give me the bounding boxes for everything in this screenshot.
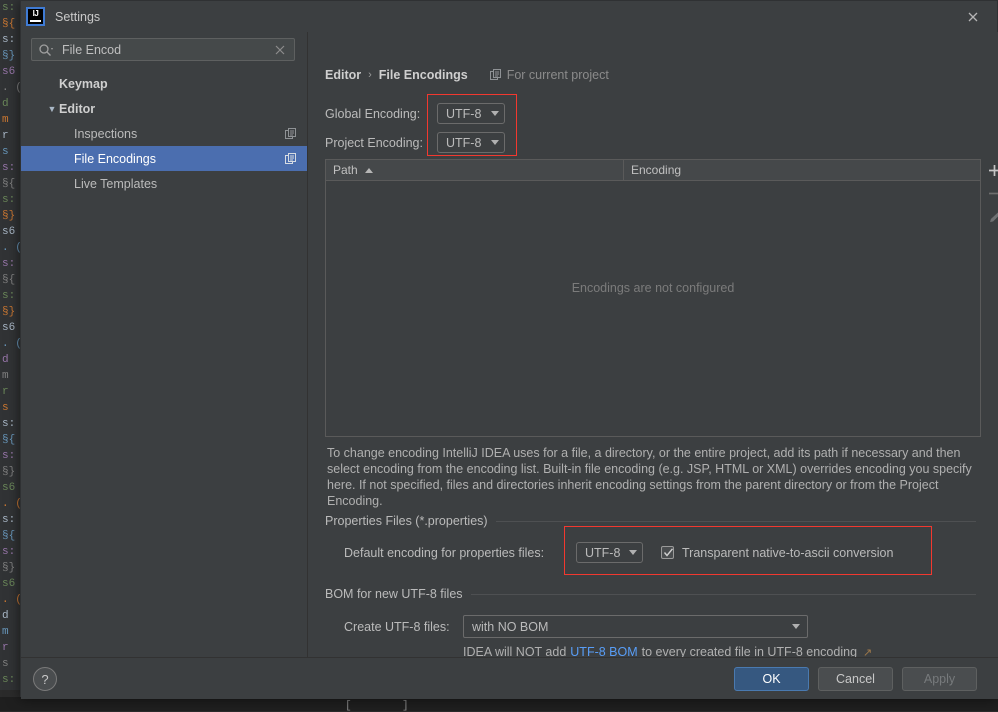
dialog-footer: ? OK Cancel Apply [21, 657, 998, 699]
dialog-titlebar: Settings [21, 1, 997, 32]
table-header: Path Encoding [326, 160, 980, 181]
transparent-conversion-checkbox[interactable] [661, 546, 674, 559]
chevron-down-icon [629, 550, 637, 555]
properties-default-encoding-label: Default encoding for properties files: [344, 546, 576, 560]
bom-section-title: BOM for new UTF-8 files [325, 587, 976, 601]
sidebar-item-live-templates[interactable]: Live Templates [21, 171, 307, 196]
transparent-conversion-label[interactable]: Transparent native-to-ascii conversion [682, 546, 893, 560]
close-icon[interactable] [963, 7, 983, 27]
dialog-title: Settings [55, 10, 100, 24]
chevron-down-icon[interactable]: ▼ [45, 104, 59, 114]
chevron-down-icon [491, 111, 499, 116]
global-encoding-value: UTF-8 [446, 107, 481, 121]
section-divider [496, 521, 976, 522]
edit-icon[interactable] [982, 205, 998, 228]
settings-main-panel: Editor › File Encodings For current proj… [308, 32, 998, 657]
ide-tab-glyph-right: ] [402, 700, 409, 712]
create-utf8-files-combo[interactable]: with NO BOM [463, 615, 808, 638]
sidebar-item-label: Inspections [74, 127, 137, 141]
clear-icon[interactable] [271, 41, 289, 59]
settings-search-box[interactable] [31, 38, 295, 61]
section-divider [471, 594, 976, 595]
sidebar-item-file-encodings[interactable]: File Encodings [21, 146, 307, 171]
settings-sidebar: Keymap ▼ Editor Inspections [21, 32, 308, 657]
ok-button[interactable]: OK [734, 667, 809, 691]
cancel-button[interactable]: Cancel [818, 667, 893, 691]
settings-search-input[interactable] [54, 43, 271, 57]
sidebar-item-inspections[interactable]: Inspections [21, 121, 307, 146]
properties-default-encoding-value: UTF-8 [585, 546, 620, 560]
sidebar-item-label: Editor [59, 102, 95, 116]
global-encoding-row: Global Encoding: UTF-8 [325, 103, 505, 124]
project-encoding-row: Project Encoding: UTF-8 [325, 132, 505, 153]
encodings-table: Path Encoding Encodings are not configur… [325, 159, 981, 437]
sidebar-item-label: Keymap [59, 77, 108, 91]
sidebar-item-label: File Encodings [74, 152, 156, 166]
help-button[interactable]: ? [33, 667, 57, 691]
chevron-down-icon [491, 140, 499, 145]
sidebar-item-keymap[interactable]: Keymap [21, 71, 307, 96]
sidebar-item-label: Live Templates [74, 177, 157, 191]
add-icon[interactable] [982, 159, 998, 182]
project-encoding-label: Project Encoding: [325, 136, 437, 150]
encodings-description: To change encoding IntelliJ IDEA uses fo… [327, 445, 978, 509]
settings-dialog: Settings [20, 0, 998, 697]
ide-tab-glyph-left: [ [345, 700, 352, 712]
breadcrumb-separator: › [368, 69, 372, 81]
settings-tree: Keymap ▼ Editor Inspections [21, 71, 307, 196]
dialog-body: Keymap ▼ Editor Inspections [21, 32, 998, 657]
apply-button[interactable]: Apply [902, 667, 977, 691]
table-body[interactable]: Encodings are not configured [326, 181, 980, 436]
copy-icon [285, 153, 297, 165]
column-header-encoding[interactable]: Encoding [624, 160, 980, 180]
create-utf8-files-value: with NO BOM [472, 620, 548, 634]
ide-status-strip [0, 697, 998, 711]
chevron-down-icon [792, 624, 800, 629]
remove-icon[interactable] [982, 182, 998, 205]
project-encoding-value: UTF-8 [446, 136, 481, 150]
breadcrumb: Editor › File Encodings For current proj… [325, 68, 609, 82]
global-encoding-combo[interactable]: UTF-8 [437, 103, 505, 124]
global-encoding-label: Global Encoding: [325, 107, 437, 121]
table-scrollbar[interactable] [975, 181, 980, 436]
bom-section-label: BOM for new UTF-8 files [325, 587, 463, 601]
sort-ascending-icon [365, 168, 373, 173]
table-toolbar [981, 159, 998, 228]
copy-icon [490, 69, 502, 81]
sidebar-item-editor[interactable]: ▼ Editor [21, 96, 307, 121]
properties-section-title: Properties Files (*.properties) [325, 514, 976, 528]
column-header-path[interactable]: Path [326, 160, 624, 180]
column-header-label: Encoding [631, 163, 681, 177]
create-utf8-files-label: Create UTF-8 files: [344, 620, 463, 634]
intellij-idea-logo-icon [26, 7, 45, 26]
search-icon [38, 43, 54, 57]
properties-section-label: Properties Files (*.properties) [325, 514, 488, 528]
breadcrumb-parent[interactable]: Editor [325, 68, 361, 82]
editor-gutter-sliver: s:§{s:§}s6. (dmrss:§{s:§}s6. (s:§{s:§}s6… [0, 0, 21, 690]
scope-tag: For current project [490, 68, 609, 82]
breadcrumb-current: File Encodings [379, 68, 468, 82]
copy-icon [285, 128, 297, 140]
properties-default-encoding-row: Default encoding for properties files: U… [344, 542, 893, 563]
column-header-label: Path [333, 163, 358, 177]
properties-default-encoding-combo[interactable]: UTF-8 [576, 542, 643, 563]
project-encoding-combo[interactable]: UTF-8 [437, 132, 505, 153]
table-empty-message: Encodings are not configured [326, 281, 980, 295]
create-utf8-files-row: Create UTF-8 files: with NO BOM [344, 615, 808, 638]
scope-tag-label: For current project [507, 68, 609, 82]
